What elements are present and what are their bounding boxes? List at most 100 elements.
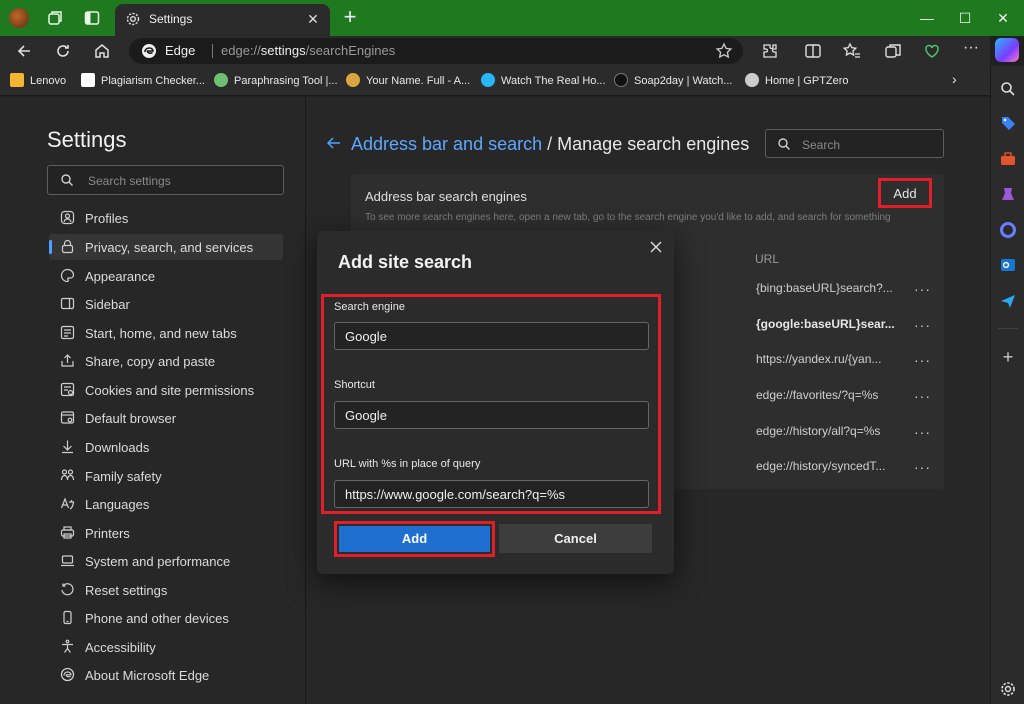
more-options-icon[interactable]: ··· [914, 389, 930, 405]
share-icon [61, 354, 74, 367]
outlook-icon[interactable] [999, 256, 1017, 274]
search-engine-input[interactable] [334, 322, 649, 350]
phone-icon [63, 610, 72, 625]
split-screen-icon[interactable] [803, 41, 823, 61]
maximize-icon[interactable]: ☐ [955, 8, 975, 28]
home-icon[interactable] [92, 41, 112, 61]
tab-settings[interactable]: Settings ✕ [115, 4, 330, 36]
search-icon [778, 138, 790, 150]
tab-actions-icon[interactable] [83, 9, 101, 27]
add-icon[interactable]: + [999, 348, 1017, 366]
sidebar-item-printers[interactable]: Printers [49, 520, 283, 546]
back-arrow-icon[interactable] [326, 135, 342, 151]
sidebar-item-default-browser[interactable]: Default browser [49, 405, 283, 431]
more-menu-icon[interactable]: ··· [961, 40, 981, 61]
sidebar-item-sidebar[interactable]: Sidebar [49, 291, 283, 317]
dialog-add-button[interactable]: Add [334, 521, 495, 557]
sidebar-item-privacy[interactable]: Privacy, search, and services [49, 234, 283, 260]
bookmarks-overflow-chevron-icon[interactable]: › [952, 71, 957, 87]
search-icon[interactable] [999, 80, 1017, 98]
url-text[interactable]: edge://settings/searchEngines [221, 43, 395, 58]
favorite-star-icon[interactable] [715, 42, 733, 60]
palette-icon [60, 268, 75, 283]
collections-icon[interactable] [883, 41, 903, 61]
microsoft-365-icon[interactable] [999, 221, 1017, 239]
sidebar-item-phone[interactable]: Phone and other devices [49, 605, 283, 631]
accessibility-icon [62, 639, 73, 653]
workspaces-icon[interactable] [46, 9, 64, 27]
sidebar-item-profiles[interactable]: Profiles [49, 205, 283, 231]
shortcut-input[interactable] [334, 401, 649, 429]
bookmark-item[interactable]: Plagiarism Checker... [81, 73, 205, 87]
bookmark-item[interactable]: Paraphrasing Tool |... [214, 73, 338, 87]
cookies-icon [60, 382, 75, 397]
more-options-icon[interactable]: ··· [914, 318, 930, 334]
edge-logo-icon [60, 667, 75, 682]
favorites-icon[interactable] [842, 41, 862, 61]
sidebar-item-appearance[interactable]: Appearance [49, 263, 283, 289]
search-settings-input[interactable] [88, 172, 278, 190]
tools-briefcase-icon[interactable] [999, 150, 1017, 168]
search-engines-search-input[interactable] [802, 136, 937, 153]
sidebar-item-downloads[interactable]: Downloads [49, 434, 283, 460]
profile-avatar[interactable] [9, 8, 29, 28]
bookmark-item[interactable]: Soap2day | Watch... [614, 73, 732, 87]
add-search-engine-button[interactable]: Add [878, 178, 932, 208]
card-title: Address bar search engines [365, 189, 527, 204]
search-engines-search-box[interactable] [765, 129, 944, 158]
sidebar-item-languages[interactable]: Languages [49, 491, 283, 517]
sidebar-item-family-safety[interactable]: Family safety [49, 463, 283, 489]
sidebar-item-system[interactable]: System and performance [49, 548, 283, 574]
extensions-icon[interactable] [760, 41, 780, 61]
refresh-icon[interactable] [53, 41, 73, 61]
copilot-icon[interactable] [995, 38, 1019, 62]
more-options-icon[interactable]: ··· [914, 425, 930, 441]
bookmark-item[interactable]: Lenovo [10, 73, 66, 87]
close-tab-icon[interactable]: ✕ [304, 10, 322, 28]
site-favicon-icon [614, 73, 628, 87]
folder-icon [10, 73, 24, 87]
bookmark-item[interactable]: Watch The Real Ho... [481, 73, 606, 87]
send-icon[interactable] [999, 292, 1017, 310]
table-row-url: edge://favorites/?q=%s [756, 388, 879, 402]
dialog-add-label: Add [339, 526, 490, 552]
site-favicon-icon [214, 73, 228, 87]
site-favicon-icon [346, 73, 360, 87]
gear-icon[interactable] [999, 680, 1017, 698]
browser-essentials-icon[interactable] [922, 41, 942, 61]
bookmark-item[interactable]: Home | GPTZero [745, 73, 849, 87]
close-icon[interactable] [648, 239, 664, 255]
back-icon[interactable] [14, 41, 34, 61]
bookmark-item[interactable]: Your Name. Full - A... [346, 73, 470, 87]
dialog-title: Add site search [338, 252, 473, 272]
sidebar-item-about[interactable]: About Microsoft Edge [49, 662, 283, 688]
table-row-url: edge://history/all?q=%s [756, 424, 881, 438]
site-favicon-icon [481, 73, 495, 87]
breadcrumb-link-address-bar[interactable]: Address bar and search [351, 134, 542, 154]
sidebar-item-reset[interactable]: Reset settings [49, 577, 283, 603]
address-bar[interactable]: Edge edge://settings/searchEngines [129, 38, 743, 64]
url-column-header: URL [755, 252, 780, 266]
dialog-cancel-button[interactable]: Cancel [499, 524, 652, 553]
download-icon [62, 440, 73, 454]
close-window-icon[interactable]: ✕ [993, 8, 1013, 28]
games-icon[interactable] [999, 185, 1017, 203]
url-input[interactable] [334, 480, 649, 508]
bookmarks-bar: Lenovo Plagiarism Checker... Paraphrasin… [0, 66, 990, 96]
sidebar-item-accessibility[interactable]: Accessibility [49, 634, 283, 660]
printer-icon [60, 526, 75, 539]
sidebar-item-share[interactable]: Share, copy and paste [49, 348, 283, 374]
new-tab-button[interactable]: + [340, 6, 360, 28]
minimize-icon[interactable]: — [917, 8, 937, 28]
search-engine-label: Search engine [334, 301, 405, 313]
sidebar-item-cookies[interactable]: Cookies and site permissions [49, 377, 283, 403]
sidebar-item-start-home[interactable]: Start, home, and new tabs [49, 320, 283, 346]
more-options-icon[interactable]: ··· [914, 353, 930, 369]
shopping-tag-icon[interactable] [999, 114, 1017, 132]
more-options-icon[interactable]: ··· [914, 282, 930, 298]
site-favicon-icon [81, 73, 95, 87]
gear-icon [126, 12, 140, 26]
more-options-icon[interactable]: ··· [914, 460, 930, 476]
profile-icon [60, 210, 75, 225]
search-settings-box[interactable] [47, 165, 284, 195]
